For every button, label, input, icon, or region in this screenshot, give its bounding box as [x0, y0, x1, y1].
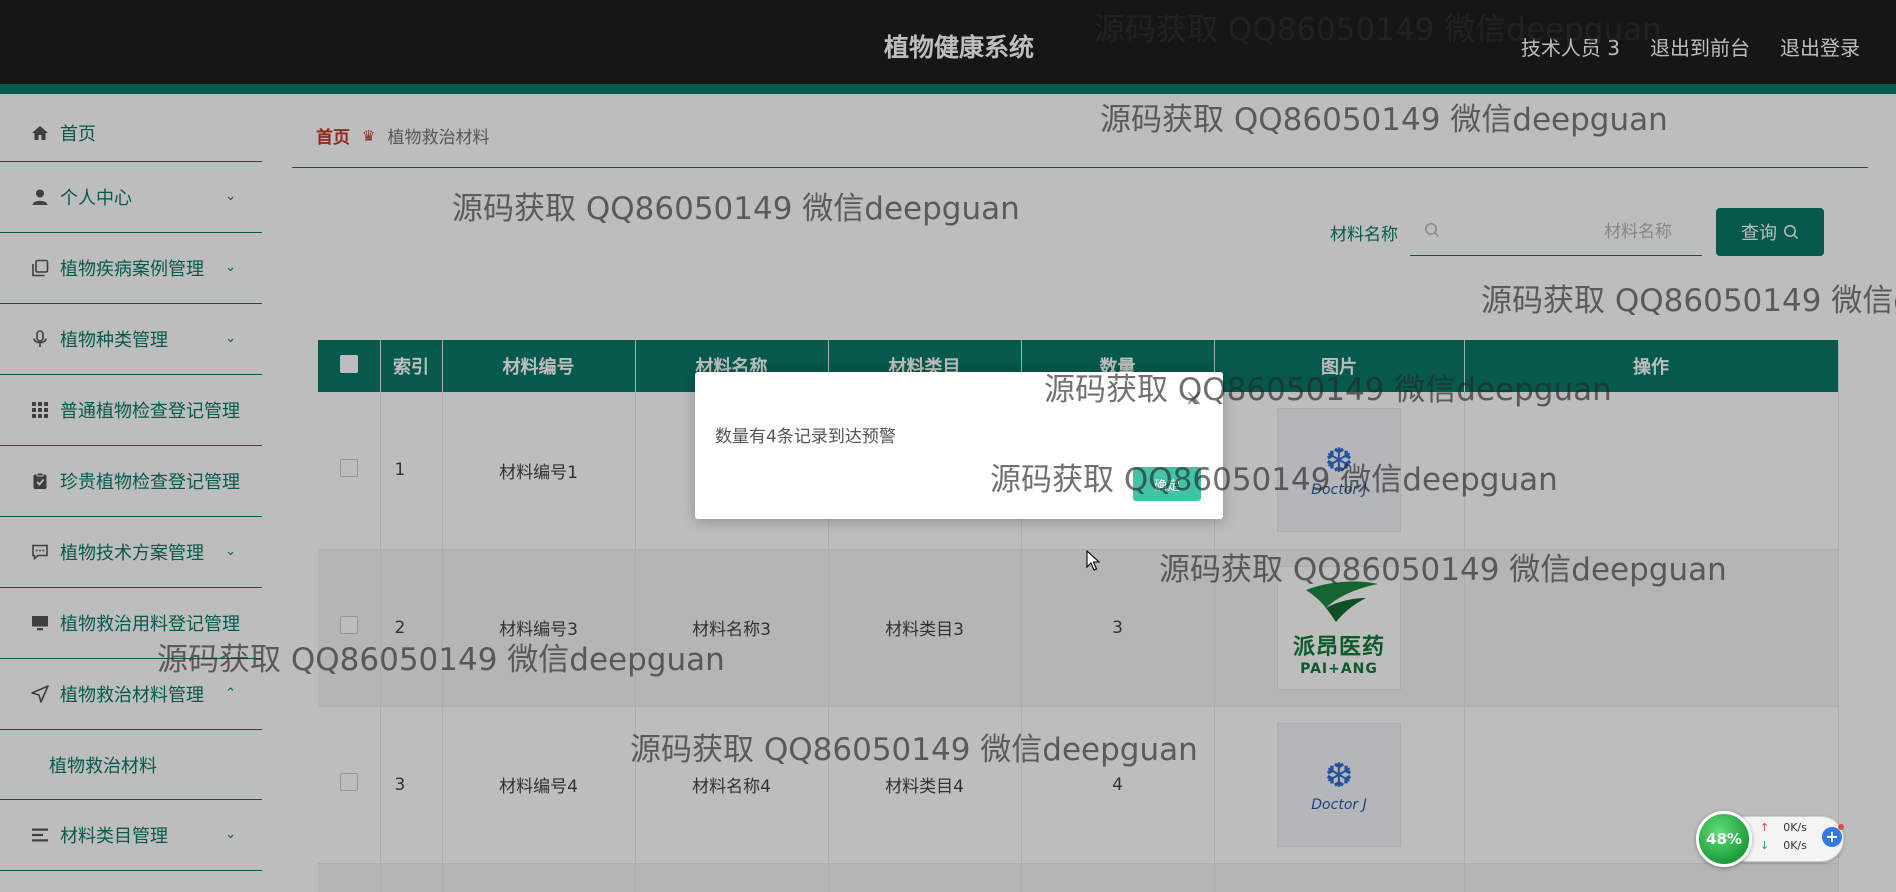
close-icon[interactable]: ×: [1185, 388, 1203, 410]
dialog-message: 数量有4条记录到达预警: [715, 427, 896, 447]
notification-dot: [1838, 824, 1844, 830]
arrow-up-icon: ↑: [1760, 821, 1770, 834]
upload-speed-value: 0K/s: [1783, 821, 1807, 834]
upload-speed: ↑ 0K/s: [1760, 821, 1820, 834]
confirm-button[interactable]: 确定: [1133, 467, 1201, 501]
arrow-down-icon: ↓: [1760, 839, 1770, 852]
plus-icon[interactable]: +: [1822, 827, 1842, 847]
download-speed-value: 0K/s: [1783, 839, 1807, 852]
mouse-cursor-icon: [1086, 550, 1100, 571]
network-speed-widget[interactable]: 48% ↑ 0K/s ↓ 0K/s +: [1696, 811, 1848, 867]
warning-dialog: × 数量有4条记录到达预警 确定: [695, 372, 1223, 519]
memory-usage-ball[interactable]: 48%: [1696, 811, 1752, 867]
download-speed: ↓ 0K/s: [1760, 839, 1820, 852]
